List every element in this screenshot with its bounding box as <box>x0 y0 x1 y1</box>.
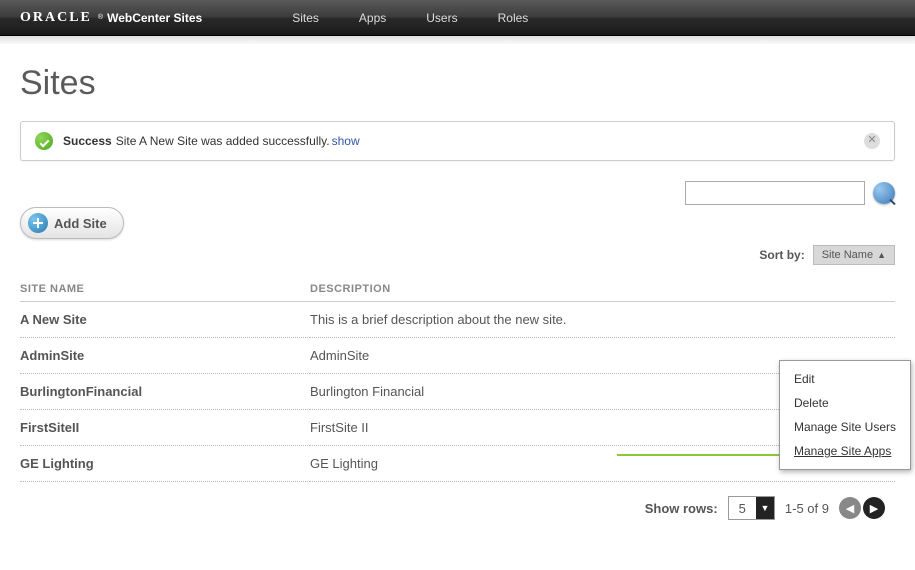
table-row[interactable]: A New Site This is a brief description a… <box>20 302 895 338</box>
nav-apps[interactable]: Apps <box>359 11 386 25</box>
site-desc-cell: This is a brief description about the ne… <box>310 302 895 338</box>
table-row[interactable]: AdminSite AdminSite <box>20 338 895 374</box>
message-show-link[interactable]: show <box>332 134 360 148</box>
brand-reg: ® <box>98 14 103 21</box>
brand-name: ORACLE <box>20 10 92 26</box>
menu-delete[interactable]: Delete <box>790 391 900 415</box>
annotation-arrow <box>617 454 792 456</box>
divider-band <box>0 36 915 44</box>
sort-arrow-icon: ▲ <box>877 250 886 260</box>
site-name-cell[interactable]: BurlingtonFinancial <box>20 374 310 410</box>
top-nav: Sites Apps Users Roles <box>292 11 528 25</box>
sort-label: Sort by: <box>759 248 804 262</box>
col-site-name: SITE NAME <box>20 277 310 302</box>
site-name-cell[interactable]: AdminSite <box>20 338 310 374</box>
nav-users[interactable]: Users <box>426 11 457 25</box>
table-row[interactable]: FirstSiteII FirstSite II <box>20 410 895 446</box>
chevron-down-icon[interactable]: ▼ <box>756 497 774 519</box>
site-name-cell[interactable]: GE Lighting <box>20 446 310 482</box>
pager-label: Show rows: <box>645 501 718 516</box>
search-icon[interactable] <box>873 182 895 204</box>
site-name-cell[interactable]: A New Site <box>20 302 310 338</box>
nav-sites[interactable]: Sites <box>292 11 319 25</box>
nav-roles[interactable]: Roles <box>498 11 529 25</box>
search-input[interactable] <box>685 181 865 205</box>
sort-value: Site Name <box>822 249 873 261</box>
success-check-icon <box>35 132 53 150</box>
add-site-button[interactable]: Add Site <box>20 207 124 239</box>
pager-range: 1-5 of 9 <box>785 501 829 516</box>
context-menu: Edit Delete Manage Site Users Manage Sit… <box>779 360 911 470</box>
pager-prev-icon: ◀ <box>839 497 861 519</box>
page-title: Sites <box>20 64 895 103</box>
table-row[interactable]: BurlingtonFinancial Burlington Financial <box>20 374 895 410</box>
message-label: Success <box>63 134 112 148</box>
rows-value: 5 <box>729 498 756 519</box>
sort-dropdown[interactable]: Site Name ▲ <box>813 245 895 265</box>
top-bar: ORACLE ® WebCenter Sites Sites Apps User… <box>0 0 915 36</box>
pager: Show rows: 5 ▼ 1-5 of 9 ◀ ▶ <box>20 482 895 520</box>
menu-edit[interactable]: Edit <box>790 367 900 391</box>
rows-select[interactable]: 5 ▼ <box>728 496 775 520</box>
message-close-icon[interactable]: ✕ <box>864 133 880 149</box>
add-site-label: Add Site <box>54 216 107 231</box>
pager-next-icon[interactable]: ▶ <box>863 497 885 519</box>
plus-icon <box>28 213 48 233</box>
menu-manage-apps[interactable]: Manage Site Apps <box>790 439 900 463</box>
message-text: Site A New Site was added successfully. <box>116 134 330 148</box>
brand-product: WebCenter Sites <box>107 11 202 25</box>
success-message: Success Site A New Site was added succes… <box>20 121 895 161</box>
table-row[interactable]: GE Lighting GE Lighting <box>20 446 895 482</box>
col-description: DESCRIPTION <box>310 277 895 302</box>
menu-manage-users[interactable]: Manage Site Users <box>790 415 900 439</box>
sites-table: SITE NAME DESCRIPTION A New Site This is… <box>20 277 895 482</box>
site-name-cell[interactable]: FirstSiteII <box>20 410 310 446</box>
